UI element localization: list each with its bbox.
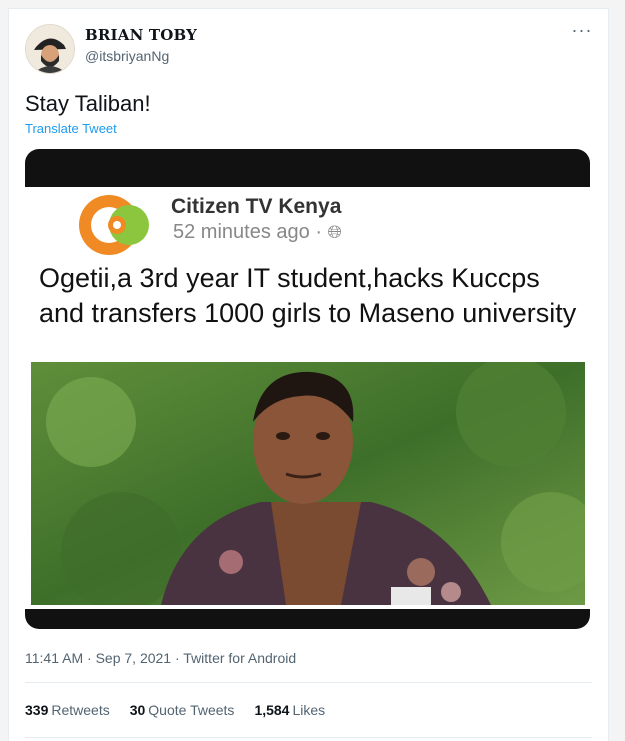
tweet-date[interactable]: Sep 7, 2021 xyxy=(96,650,172,666)
divider xyxy=(25,682,592,683)
news-source-name: Citizen TV Kenya xyxy=(171,195,342,218)
quotes-label: Quote Tweets xyxy=(148,702,235,718)
avatar[interactable] xyxy=(25,24,75,74)
tweet-client[interactable]: Twitter for Android xyxy=(183,650,296,666)
retweets-stat[interactable]: 339 Retweets xyxy=(25,702,110,718)
person-photo xyxy=(31,362,585,605)
news-photo xyxy=(31,362,585,605)
likes-label: Likes xyxy=(292,702,326,718)
tweet-text: Stay Taliban! xyxy=(25,91,151,116)
news-screenshot-header: Citizen TV Kenya 52 minutes ago · 🌐︎ Oge… xyxy=(25,187,590,362)
tweet-card: BRIAN TOBY @itsbriyanNg ··· Stay Taliban… xyxy=(8,8,609,741)
quotes-count: 30 xyxy=(129,702,146,718)
more-options-button[interactable]: ··· xyxy=(570,20,594,47)
likes-stat[interactable]: 1,584 Likes xyxy=(254,702,325,718)
author-name[interactable]: BRIAN TOBY xyxy=(85,26,197,44)
tweet-stats: 339 Retweets 30 Quote Tweets 1,584 Likes xyxy=(25,702,325,718)
divider xyxy=(25,737,592,738)
news-time-ago: 52 minutes ago · 🌐︎ xyxy=(173,221,342,244)
news-headline: Ogetii,a 3rd year IT student,hacks Kuccp… xyxy=(39,263,577,328)
globe-icon: 🌐︎ xyxy=(327,222,342,242)
meta-separator: · xyxy=(87,650,92,666)
retweets-label: Retweets xyxy=(51,702,110,718)
media-image: Citizen TV Kenya 52 minutes ago · 🌐︎ Oge… xyxy=(25,187,590,609)
meta-separator: · xyxy=(174,650,180,666)
dot-separator: · xyxy=(315,221,328,243)
retweets-count: 339 xyxy=(25,702,49,718)
avatar-image xyxy=(26,25,74,73)
likes-count: 1,584 xyxy=(254,702,290,718)
news-time-text: 52 minutes ago xyxy=(173,221,310,243)
citizen-tv-logo xyxy=(79,195,149,255)
author-handle[interactable]: @itsbriyanNg xyxy=(85,48,169,64)
tweet-media[interactable]: Citizen TV Kenya 52 minutes ago · 🌐︎ Oge… xyxy=(25,149,590,629)
tweet-meta: 11:41 AM · Sep 7, 2021 · Twitter for And… xyxy=(25,650,296,666)
tweet-time[interactable]: 11:41 AM xyxy=(25,650,83,666)
translate-tweet-link[interactable]: Translate Tweet xyxy=(25,121,117,136)
ellipsis-icon: ··· xyxy=(571,20,593,40)
quote-tweets-stat[interactable]: 30 Quote Tweets xyxy=(130,702,235,718)
